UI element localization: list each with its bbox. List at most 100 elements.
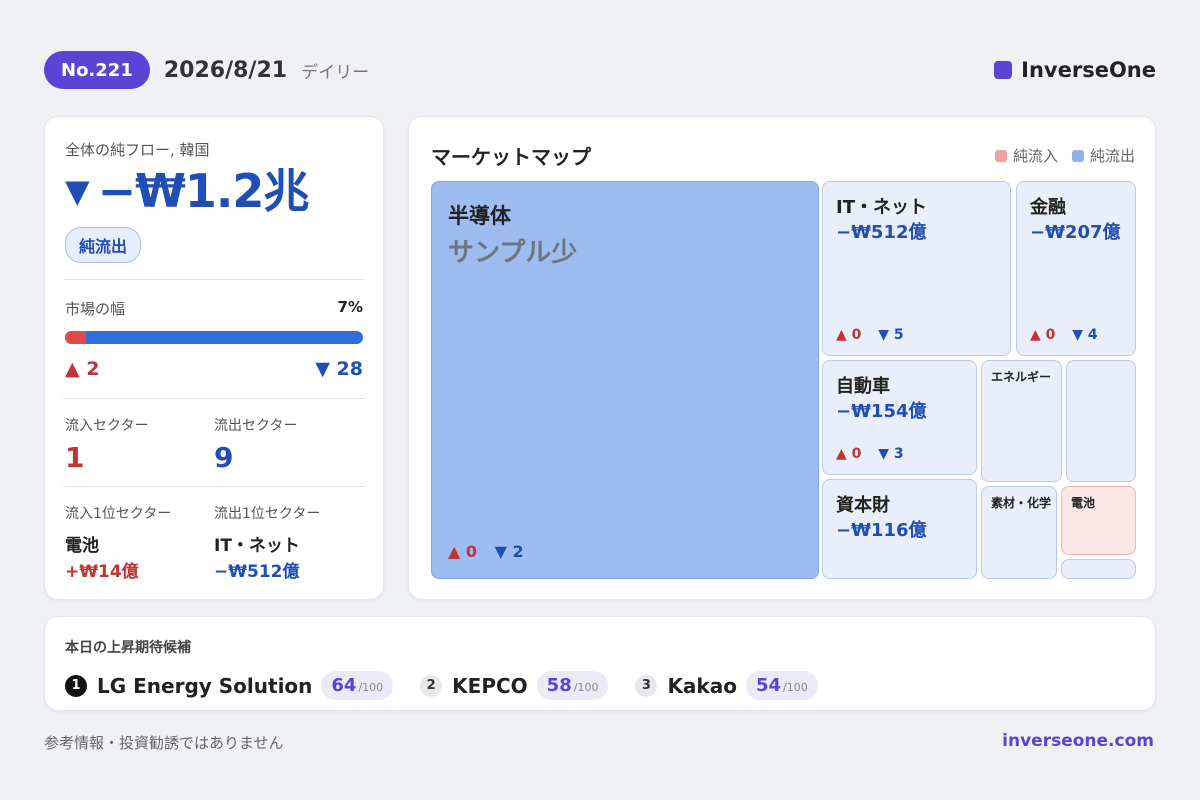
breadth-label: 市場の幅 [65, 299, 126, 318]
score-pill: 54 /100 [745, 671, 818, 700]
tile-amount: サンプル少 [448, 238, 578, 268]
tile-semiconductors[interactable]: 半導体 サンプル少 ▲ 0 ▼ 2 [431, 181, 819, 579]
market-map-legend: 純流入 純流出 [981, 145, 1135, 166]
tile-finance[interactable]: 金融 −₩207億 ▲ 0 ▼ 4 [1016, 181, 1136, 356]
tile-name: 自動車 [836, 376, 890, 397]
tile-up-count: ▲ 0 [836, 327, 862, 343]
report-date: 2026/8/21 [163, 57, 288, 83]
tile-it-net[interactable]: IT・ネット −₩512億 ▲ 0 ▼ 5 [822, 181, 1011, 356]
inflow-sectors-label: 流入セクター [65, 417, 149, 434]
tile-small[interactable] [1061, 559, 1136, 579]
top-outflow-label: 流出1位セクター [214, 505, 321, 522]
tile-name: 素材・化学 [991, 496, 1052, 510]
flow-status-badge: 純流出 [65, 226, 142, 263]
rank-badge: 2 [420, 674, 443, 697]
breadth-percent: 7% [337, 297, 363, 316]
candidate-item[interactable]: 1 LG Energy Solution 64 /100 [65, 671, 394, 700]
top-sectors: 流入1位セクター 電池 +₩14億 流出1位セクター IT・ネット −₩512億 [65, 503, 363, 582]
candidates-card: 本日の上昇期待候補 1 LG Energy Solution 64 /100 2… [44, 616, 1156, 711]
tile-up-count: ▲ 0 [1030, 327, 1056, 343]
legend-inflow-label: 純流入 [1012, 147, 1058, 165]
candidate-item[interactable]: 2 KEPCO 58 /100 [420, 671, 609, 700]
tile-amount: −₩207億 [1030, 222, 1121, 243]
legend-outflow: 純流出 [1071, 145, 1135, 166]
tile-amount: −₩154億 [836, 401, 927, 422]
tile-counts: ▲ 0 ▼ 3 [836, 446, 904, 462]
tile-down-count: ▼ 3 [878, 446, 904, 462]
tile-automobile[interactable]: 自動車 −₩154億 ▲ 0 ▼ 3 [822, 360, 977, 475]
top-outflow-amount: −₩512億 [214, 561, 300, 582]
brand-logo-icon [994, 61, 1013, 79]
rank-badge: 1 [65, 674, 87, 697]
tile-amount: −₩116億 [836, 520, 927, 541]
disclaimer: 参考情報・投資勧誘ではありません [44, 734, 284, 752]
market-map-title: マーケットマップ [431, 145, 591, 169]
candidate-name: KEPCO [452, 673, 528, 698]
score-value: 58 [546, 675, 572, 696]
net-flow-label: 全体の純フロー, 韓国 [65, 141, 210, 159]
tile-materials-chemicals[interactable]: 素材・化学 [981, 486, 1057, 579]
decliners-count: ▼ 28 [315, 357, 363, 380]
report-frequency: デイリー [301, 62, 370, 83]
outflow-sectors: 流出セクター 9 [214, 415, 363, 474]
tile-name: IT・ネット [836, 197, 927, 218]
advancers-count: ▲ 2 [65, 357, 100, 380]
divider [63, 397, 365, 399]
inflow-sectors-count: 1 [65, 440, 85, 474]
tile-counts: ▲ 0 ▼ 2 [448, 542, 524, 561]
top-inflow-label: 流入1位セクター [65, 505, 172, 522]
tile-capital-goods[interactable]: 資本財 −₩116億 [822, 479, 977, 579]
brand[interactable]: InverseOne [994, 58, 1156, 82]
rank-badge: 3 [635, 674, 658, 697]
score-max: /100 [358, 681, 384, 694]
legend-inflow: 純流入 [994, 145, 1058, 166]
market-map-card: マーケットマップ 純流入 純流出 半導体 サンプル少 ▲ 0 ▼ 2 IT・ネッ… [408, 116, 1156, 600]
breadth-header: 市場の幅 7% [65, 298, 363, 319]
score-value: 64 [331, 675, 357, 696]
tile-name: 電池 [1071, 496, 1096, 510]
candidate-item[interactable]: 3 Kakao 54 /100 [635, 671, 818, 700]
top-inflow-sector: 流入1位セクター 電池 +₩14億 [65, 503, 214, 582]
tile-unlabeled[interactable] [1066, 360, 1136, 482]
advance-decline-row: ▲ 2 ▼ 28 [65, 358, 363, 380]
top-outflow-sector: 流出1位セクター IT・ネット −₩512億 [214, 503, 363, 582]
score-value: 54 [755, 675, 782, 696]
tile-name: 金融 [1030, 197, 1066, 218]
legend-inflow-swatch [994, 149, 1007, 162]
tile-counts: ▲ 0 ▼ 4 [1030, 327, 1098, 343]
tile-amount: −₩512億 [836, 222, 927, 243]
tile-name: 資本財 [836, 495, 890, 516]
tile-name: エネルギー [991, 370, 1052, 384]
header: No.221 2026/8/21 デイリー InverseOne [44, 51, 1156, 89]
site-link[interactable]: inverseone.com [1002, 731, 1154, 751]
score-pill: 58 /100 [536, 671, 609, 700]
score-pill: 64 /100 [321, 671, 394, 700]
legend-outflow-label: 純流出 [1089, 147, 1135, 165]
candidates-list: 1 LG Energy Solution 64 /100 2 KEPCO 58 … [65, 671, 1135, 700]
tile-energy[interactable]: エネルギー [981, 360, 1062, 482]
legend-outflow-swatch [1071, 149, 1084, 162]
divider [63, 278, 365, 280]
net-flow: ▼ −₩1.2兆 [65, 166, 363, 217]
tile-down-count: ▼ 2 [494, 542, 524, 561]
breadth-bar [65, 330, 363, 344]
tile-counts: ▲ 0 ▼ 5 [836, 327, 904, 343]
top-inflow-amount: +₩14億 [65, 561, 139, 582]
divider [63, 485, 365, 487]
tile-down-count: ▼ 5 [878, 327, 904, 343]
tile-battery[interactable]: 電池 [1061, 486, 1136, 555]
issue-badge: No.221 [44, 51, 150, 89]
tile-up-count: ▲ 0 [836, 446, 862, 462]
tile-up-count: ▲ 0 [448, 542, 478, 561]
top-outflow-name: IT・ネット [214, 535, 300, 556]
outflow-sectors-count: 9 [214, 440, 234, 474]
tile-name: 半導体 [448, 204, 511, 228]
score-max: /100 [573, 681, 599, 694]
score-max: /100 [783, 681, 808, 694]
outflow-sectors-label: 流出セクター [214, 417, 298, 434]
candidate-name: Kakao [667, 673, 737, 698]
net-flow-value: −₩1.2兆 [97, 164, 310, 218]
summary-card: 全体の純フロー, 韓国 ▼ −₩1.2兆 純流出 市場の幅 7% ▲ 2 ▼ 2… [44, 116, 384, 600]
breadth-bar-advance [65, 330, 86, 344]
top-inflow-name: 電池 [65, 535, 99, 556]
